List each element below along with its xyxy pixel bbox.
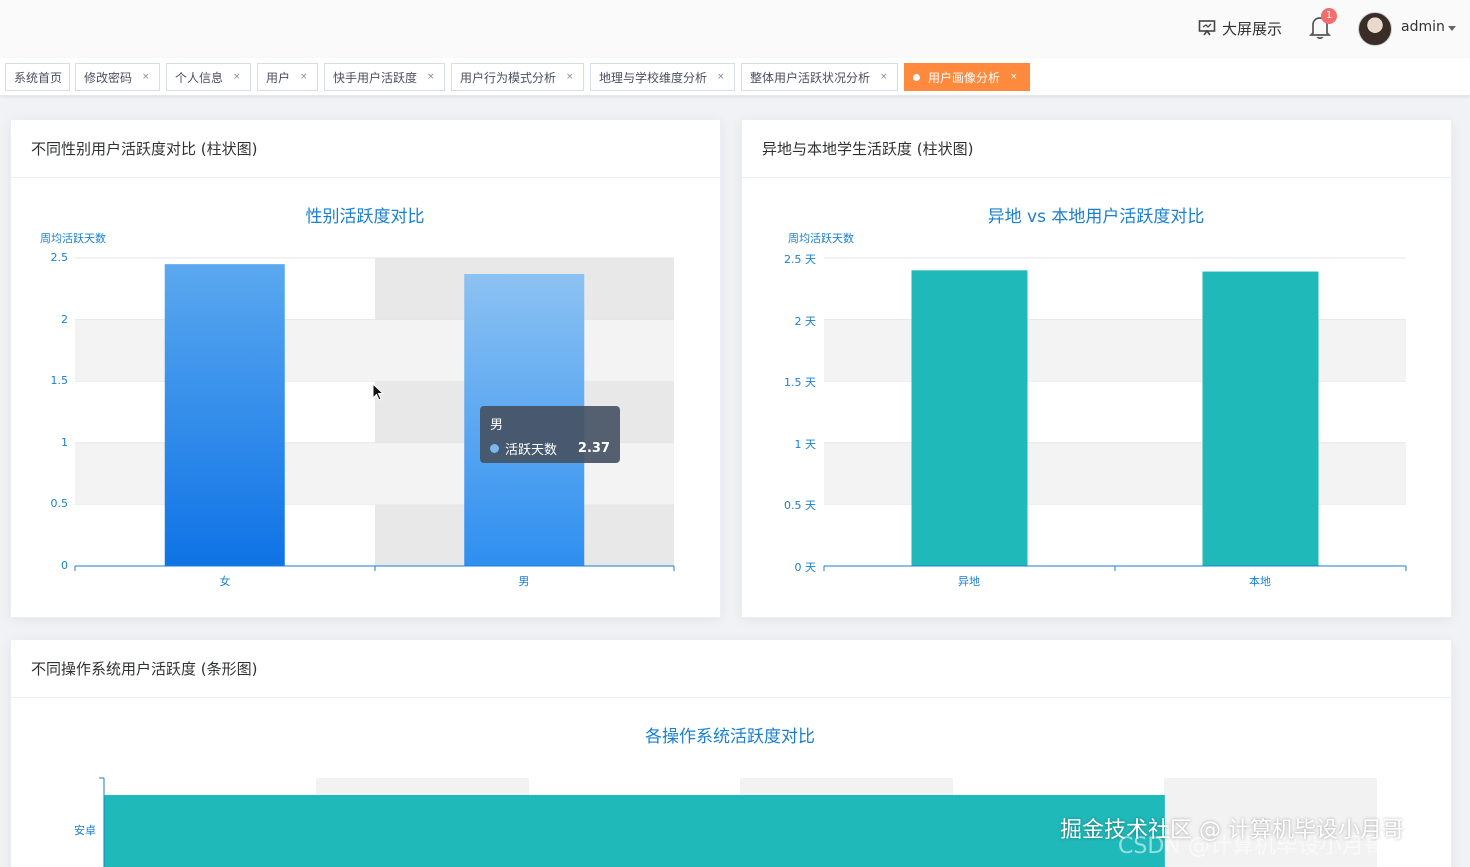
x-tick-label: 异地 [958,575,980,588]
y-tick-label: 1 天 [794,437,817,451]
series-dot-icon [490,444,499,453]
y-tick-label: 0 [61,559,68,572]
chart-tooltip: 男 活跃天数 2.37 [480,406,620,463]
bar-本地 [1202,271,1319,566]
y-axis-name: 周均活跃天数 [40,232,106,245]
y-axis-name: 周均活跃天数 [788,232,854,245]
y-tick-label: 2 天 [794,314,817,328]
bar-女 [164,264,285,566]
y-tick-label: 2 [61,312,68,326]
y-tick-label: 0.5 天 [784,499,816,513]
location-chart [823,257,1407,571]
bar-异地 [911,270,1028,566]
y-tick-label: 1.5 [50,374,69,388]
x-tick-label: 本地 [1249,575,1271,588]
chart-title: 异地 vs 本地用户活跃度对比 [987,207,1205,227]
grid-band [824,319,1406,382]
tooltip-value: 2.37 [577,441,610,456]
mouse-cursor-icon [372,383,385,401]
tooltip-series-row: 活跃天数 2.37 [490,439,610,458]
y-tick-label: 2.5 [50,251,69,264]
y-tick-label: 安卓 [74,824,96,837]
y-tick-label: 2.5 天 [784,253,816,266]
tooltip-series-name: 活跃天数 [505,443,558,458]
x-tick-label: 男 [518,575,530,588]
bar-安卓 [104,795,1165,867]
grid-band [824,442,1406,505]
y-tick-label: 0.5 [50,497,69,511]
y-tick-label: 0 天 [794,561,817,574]
chart-title: 性别活跃度对比 [305,207,425,227]
tooltip-title: 男 [490,418,504,433]
gender-chart [74,257,675,571]
chart-title: 各操作系统活跃度对比 [645,727,815,747]
card-header: 不同操作系统用户活跃度 (条形图) [11,640,1451,698]
watermark-juejin: 掘金技术社区 @ 计算机毕设小月哥 [1060,818,1404,843]
x-tick-label: 女 [219,575,231,588]
y-tick-label: 1.5 天 [784,376,816,390]
y-tick-label: 1 [61,435,68,449]
